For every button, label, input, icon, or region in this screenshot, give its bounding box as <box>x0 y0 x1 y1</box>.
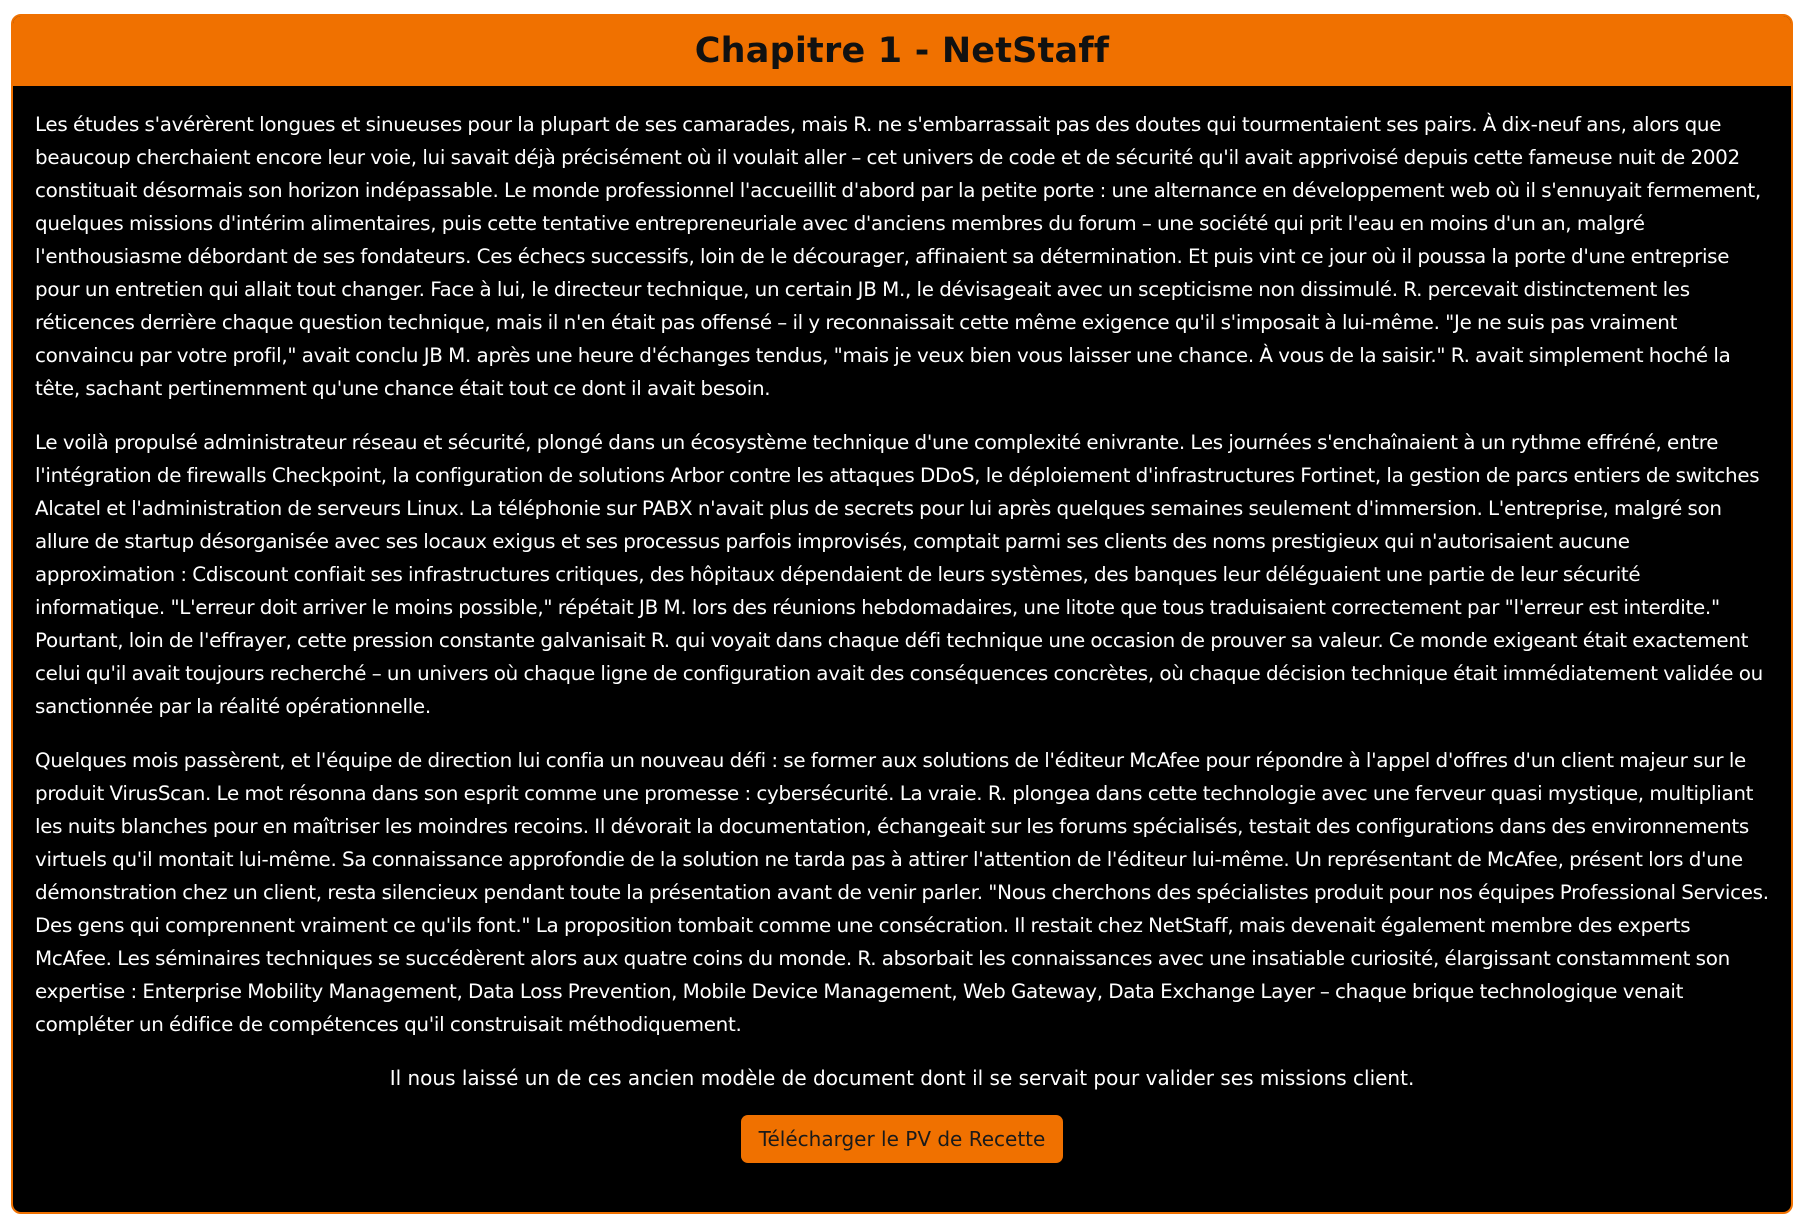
chapter-panel: Chapitre 1 - NetStaff Les études s'avérè… <box>11 14 1793 1214</box>
document-note: Il nous laissé un de ces ancien modèle d… <box>389 1066 1415 1090</box>
chapter-content: Les études s'avérèrent longues et sinueu… <box>13 86 1791 1163</box>
download-pv-button[interactable]: Télécharger le PV de Recette <box>740 1115 1064 1163</box>
download-button-container: Télécharger le PV de Recette <box>35 1115 1769 1163</box>
chapter-header: Chapitre 1 - NetStaff <box>13 16 1791 86</box>
chapter-title: Chapitre 1 - NetStaff <box>694 31 1110 71</box>
paragraph-2: Le voilà propulsé administrateur réseau … <box>35 431 1763 718</box>
paragraph-1: Les études s'avérèrent longues et sinueu… <box>35 113 1761 400</box>
paragraph-3: Quelques mois passèrent, et l'équipe de … <box>35 749 1769 1036</box>
